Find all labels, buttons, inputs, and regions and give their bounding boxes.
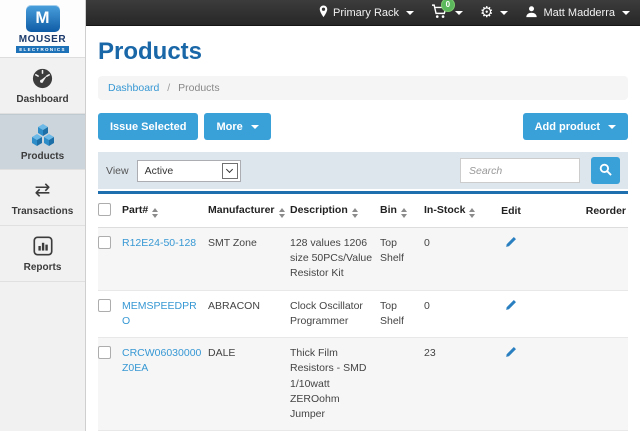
- sidebar-item-label: Dashboard: [16, 94, 68, 105]
- sidebar-item-transactions[interactable]: ⇄ Transactions: [0, 170, 85, 226]
- user-name: Matt Madderra: [543, 7, 615, 19]
- issue-selected-label: Issue Selected: [110, 121, 186, 133]
- chevron-down-icon: [406, 11, 414, 15]
- reports-chart-icon: [32, 234, 54, 258]
- bin-cell: Top Shelf: [380, 228, 424, 291]
- breadcrumb-current: Products: [178, 82, 219, 94]
- gear-icon: ⚙: [480, 5, 493, 20]
- edit-pencil-icon[interactable]: [504, 299, 517, 317]
- table-row: CRCW06030000Z0EA DALE Thick Film Resisto…: [98, 338, 628, 431]
- location-pin-icon: [319, 5, 328, 21]
- table-row: MEMSPEEDPRO ABRACON Clock Oscillator Pro…: [98, 290, 628, 337]
- app-window: M MOUSER ELECTRONICS Dashb: [0, 0, 640, 431]
- dashboard-gauge-icon: [31, 66, 54, 90]
- column-header-manufacturer[interactable]: Manufacturer: [208, 194, 290, 228]
- toolbar: Issue Selected More Add product: [98, 113, 628, 140]
- transactions-arrows-icon: ⇄: [35, 178, 51, 202]
- description-cell: Thick Film Resistors - SMD 1/10watt ZERO…: [290, 338, 380, 431]
- description-cell: Clock Oscillator Programmer: [290, 290, 380, 337]
- part-number-link[interactable]: R12E24-50-128: [122, 237, 196, 249]
- column-header-edit: Edit: [482, 194, 544, 228]
- mouser-logo-icon: M: [26, 5, 60, 32]
- add-product-button[interactable]: Add product: [523, 113, 628, 140]
- topbar: Primary Rack 0 ⚙: [86, 0, 640, 26]
- logo-brand-text: MOUSER: [19, 34, 67, 45]
- location-label: Primary Rack: [333, 7, 399, 19]
- table-header-row: Part# Manufacturer Description Bin In-St…: [98, 194, 628, 228]
- user-icon: [525, 5, 538, 21]
- column-header-part[interactable]: Part#: [122, 194, 208, 228]
- edit-pencil-icon[interactable]: [504, 346, 517, 364]
- sidebar-item-label: Products: [21, 151, 64, 162]
- mouser-logo[interactable]: M MOUSER ELECTRONICS: [0, 0, 85, 58]
- breadcrumb-dashboard-link[interactable]: Dashboard: [108, 82, 159, 94]
- manufacturer-cell: ABRACON: [208, 290, 290, 337]
- main-content: Products Dashboard / Products Issue Sele…: [86, 26, 640, 431]
- chevron-down-icon: [222, 163, 238, 179]
- products-table: Part# Manufacturer Description Bin In-St…: [98, 191, 628, 431]
- reorder-cell: [544, 338, 628, 431]
- cart-menu[interactable]: 0: [431, 4, 463, 22]
- manufacturer-cell: SMT Zone: [208, 228, 290, 291]
- sidebar-item-label: Reports: [24, 262, 62, 273]
- sort-icon: [152, 208, 158, 218]
- bin-cell: [380, 338, 424, 431]
- sidebar-nav: Dashboard: [0, 58, 85, 282]
- breadcrumb-separator: /: [167, 82, 170, 94]
- sidebar-item-label: Transactions: [12, 206, 74, 217]
- row-checkbox[interactable]: [98, 236, 111, 249]
- chevron-down-icon: [622, 11, 630, 15]
- sidebar-item-reports[interactable]: Reports: [0, 226, 85, 282]
- location-selector[interactable]: Primary Rack: [319, 5, 414, 21]
- search-button[interactable]: [591, 157, 620, 184]
- more-button[interactable]: More: [204, 113, 270, 140]
- description-cell: 128 values 1206 size 50PCs/Value Resisto…: [290, 228, 380, 291]
- part-number-link[interactable]: CRCW06030000Z0EA: [122, 347, 201, 374]
- sort-icon: [352, 208, 358, 218]
- sort-icon: [279, 208, 285, 218]
- page-title: Products: [98, 38, 628, 66]
- logo-sub-text: ELECTRONICS: [16, 46, 69, 53]
- table-row: R12E24-50-128 SMT Zone 128 values 1206 s…: [98, 228, 628, 291]
- chevron-down-icon: [500, 11, 508, 15]
- sidebar-item-products[interactable]: Products: [0, 114, 85, 170]
- products-cubes-icon: [30, 123, 56, 147]
- select-all-checkbox[interactable]: [98, 203, 111, 216]
- column-header-reorder: Reorder: [544, 194, 628, 228]
- search-input[interactable]: [460, 158, 580, 183]
- column-header-bin[interactable]: Bin: [380, 194, 424, 228]
- manufacturer-cell: DALE: [208, 338, 290, 431]
- in-stock-cell: 23: [424, 338, 482, 431]
- add-product-label: Add product: [535, 121, 600, 133]
- row-checkbox[interactable]: [98, 299, 111, 312]
- view-select-value: Active: [145, 165, 174, 177]
- sidebar-item-dashboard[interactable]: Dashboard: [0, 58, 85, 114]
- chevron-down-icon: [251, 125, 259, 129]
- view-select[interactable]: Active: [137, 160, 241, 182]
- sort-icon: [401, 208, 407, 218]
- sort-icon: [469, 208, 475, 218]
- column-header-description[interactable]: Description: [290, 194, 380, 228]
- row-checkbox[interactable]: [98, 346, 111, 359]
- issue-selected-button[interactable]: Issue Selected: [98, 113, 198, 140]
- settings-menu[interactable]: ⚙: [480, 5, 508, 20]
- part-number-link[interactable]: MEMSPEEDPRO: [122, 300, 197, 327]
- chevron-down-icon: [608, 125, 616, 129]
- cart-count-badge: 0: [441, 0, 455, 12]
- in-stock-cell: 0: [424, 228, 482, 291]
- breadcrumb: Dashboard / Products: [98, 76, 628, 100]
- bin-cell: Top Shelf: [380, 290, 424, 337]
- column-header-in-stock[interactable]: In-Stock: [424, 194, 482, 228]
- view-label: View: [106, 165, 129, 177]
- reorder-cell: [544, 228, 628, 291]
- in-stock-cell: 0: [424, 290, 482, 337]
- filter-bar: View Active: [98, 152, 628, 189]
- user-menu[interactable]: Matt Madderra: [525, 5, 630, 21]
- sidebar: M MOUSER ELECTRONICS Dashb: [0, 0, 86, 431]
- more-label: More: [216, 121, 242, 133]
- edit-pencil-icon[interactable]: [504, 236, 517, 254]
- reorder-cell: [544, 290, 628, 337]
- chevron-down-icon: [455, 11, 463, 15]
- search-icon: [599, 163, 612, 179]
